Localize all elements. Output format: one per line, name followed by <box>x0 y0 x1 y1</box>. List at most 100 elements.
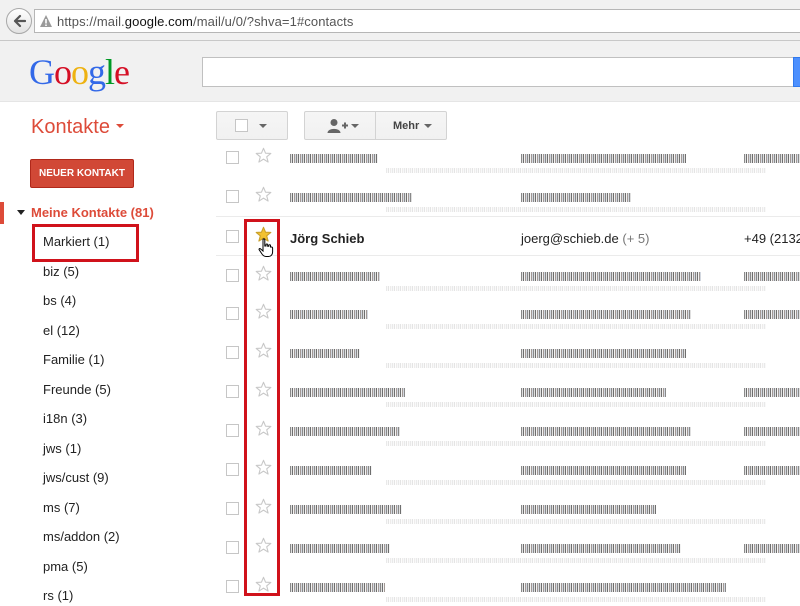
sidebar-group-item[interactable]: pma (5) <box>43 559 88 574</box>
active-indicator <box>0 202 4 224</box>
sidebar-group-item[interactable]: Freunde (5) <box>43 382 111 397</box>
redacted-text <box>744 466 800 475</box>
sidebar-item-my-contacts[interactable]: Meine Kontakte (81) <box>0 202 210 224</box>
redacted-text <box>744 272 800 281</box>
google-header: Google <box>0 41 800 102</box>
url-text: https://mail.google.com/mail/u/0/?shva=1… <box>57 14 354 29</box>
browser-toolbar: https://mail.google.com/mail/u/0/?shva=1… <box>0 0 800 41</box>
row-checkbox[interactable] <box>226 463 239 476</box>
contact-row[interactable] <box>216 333 800 372</box>
contact-phone: +49 (2132 <box>744 231 800 246</box>
redacted-text <box>521 154 686 163</box>
caret-down-icon <box>259 124 267 128</box>
redacted-text <box>521 349 686 358</box>
row-checkbox[interactable] <box>226 580 239 593</box>
redacted-text-ghost <box>386 168 766 173</box>
redacted-text <box>744 544 800 553</box>
row-checkbox[interactable] <box>226 307 239 320</box>
redacted-text <box>290 505 402 514</box>
checkbox-icon <box>235 119 248 132</box>
row-checkbox[interactable] <box>226 269 239 282</box>
contact-row[interactable] <box>216 411 800 450</box>
redacted-text-ghost <box>386 286 766 291</box>
contact-row[interactable] <box>216 177 800 216</box>
my-contacts-label: Meine Kontakte (81) <box>31 205 154 220</box>
redacted-text <box>521 544 681 553</box>
star-icon[interactable] <box>255 186 272 203</box>
add-to-group-button[interactable] <box>304 111 376 140</box>
redacted-text-ghost <box>386 363 766 368</box>
redacted-text <box>290 272 380 281</box>
sidebar-group-item[interactable]: jws (1) <box>43 441 81 456</box>
row-checkbox[interactable] <box>226 151 239 164</box>
highlight-box-starred-group <box>32 224 139 262</box>
row-checkbox[interactable] <box>226 230 239 243</box>
redacted-text <box>744 388 800 397</box>
contact-row[interactable] <box>216 372 800 411</box>
redacted-text-ghost <box>386 441 766 446</box>
redacted-text <box>290 544 390 553</box>
triangle-down-icon <box>17 210 25 215</box>
row-checkbox[interactable] <box>226 541 239 554</box>
row-checkbox[interactable] <box>226 502 239 515</box>
sidebar-group-item[interactable]: bs (4) <box>43 293 76 308</box>
sidebar-group-item[interactable]: rs (1) <box>43 588 73 603</box>
sidebar-group-item[interactable]: ms/addon (2) <box>43 529 120 544</box>
row-checkbox[interactable] <box>226 424 239 437</box>
caret-down-icon <box>115 123 124 128</box>
redacted-text-ghost <box>386 207 766 212</box>
sidebar-group-item[interactable]: el (12) <box>43 323 80 338</box>
highlight-box-star-column <box>244 219 280 596</box>
search-button[interactable] <box>793 57 800 87</box>
contact-row[interactable] <box>216 294 800 333</box>
redacted-text <box>290 583 385 592</box>
address-bar[interactable]: https://mail.google.com/mail/u/0/?shva=1… <box>34 9 800 33</box>
contact-row[interactable] <box>216 528 800 567</box>
redacted-text-ghost <box>386 324 766 329</box>
row-checkbox[interactable] <box>226 190 239 203</box>
hand-cursor-icon <box>258 238 274 257</box>
sidebar-group-item[interactable]: ms (7) <box>43 500 80 515</box>
contact-row[interactable] <box>216 138 800 177</box>
star-icon[interactable] <box>255 147 272 164</box>
google-logo[interactable]: Google <box>29 51 130 93</box>
more-label: Mehr <box>393 120 420 132</box>
redacted-text <box>521 505 656 514</box>
sidebar-group-item[interactable]: jws/cust (9) <box>43 470 109 485</box>
contact-email: joerg@schieb.de (+ 5) <box>521 231 650 246</box>
row-star-toggle[interactable] <box>255 147 272 169</box>
contact-row[interactable] <box>216 567 800 606</box>
redacted-text <box>744 427 800 436</box>
caret-down-icon <box>351 124 359 128</box>
contact-row[interactable] <box>216 255 800 294</box>
redacted-text-ghost <box>386 480 766 485</box>
warning-icon <box>40 15 52 27</box>
caret-down-icon <box>424 124 432 128</box>
sidebar-group-item[interactable]: Familie (1) <box>43 352 104 367</box>
redacted-text <box>521 583 726 592</box>
contact-row[interactable] <box>216 489 800 528</box>
sidebar-group-item[interactable]: i18n (3) <box>43 411 87 426</box>
app-title-dropdown[interactable]: Kontakte <box>31 116 124 139</box>
sidebar-group-item[interactable]: biz (5) <box>43 264 79 279</box>
contact-row[interactable] <box>216 450 800 489</box>
redacted-text <box>521 272 701 281</box>
contact-row-starred[interactable]: Jörg Schieb joerg@schieb.de (+ 5) +49 (213… <box>216 216 800 255</box>
more-button[interactable]: Mehr <box>375 111 447 140</box>
row-checkbox[interactable] <box>226 346 239 359</box>
row-star-toggle[interactable] <box>255 186 272 208</box>
row-checkbox[interactable] <box>226 385 239 398</box>
redacted-text <box>290 388 405 397</box>
redacted-text-ghost <box>386 558 766 563</box>
back-button[interactable] <box>6 8 32 34</box>
redacted-text <box>521 310 691 319</box>
add-person-icon <box>327 119 348 133</box>
redacted-text <box>521 466 686 475</box>
select-checkbox-button[interactable] <box>216 111 288 140</box>
new-contact-button[interactable]: NEUER KONTAKT <box>30 159 134 188</box>
contact-name: Jörg Schieb <box>290 231 365 246</box>
redacted-text <box>290 154 378 163</box>
search-input[interactable] <box>202 57 794 87</box>
redacted-text <box>290 427 400 436</box>
redacted-text <box>290 466 372 475</box>
